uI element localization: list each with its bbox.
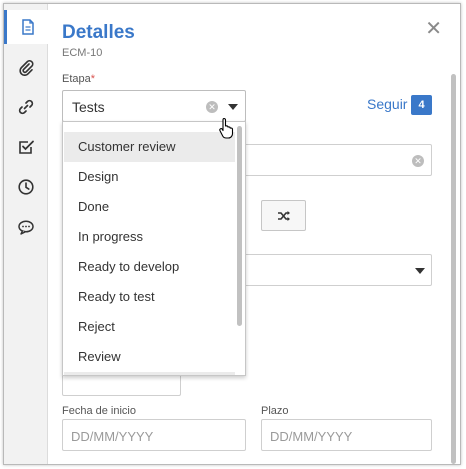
sidebar-item-details[interactable] [4, 10, 48, 44]
sidebar-item-attachments[interactable] [4, 50, 48, 84]
dropdown-option[interactable]: Ready to test [64, 282, 235, 312]
dropdown-option[interactable]: Review [64, 342, 235, 372]
chevron-down-icon[interactable] [415, 268, 425, 274]
dropdown-option[interactable]: Design [64, 162, 235, 192]
start-date-input[interactable]: DD/MM/YYYY [62, 419, 246, 451]
dropdown-option-partial[interactable] [64, 372, 235, 375]
text-field[interactable]: ✕ [245, 144, 432, 176]
follower-count-badge: 4 [411, 95, 432, 115]
issue-key: ECM-10 [62, 47, 103, 59]
dropdown-option[interactable]: In progress [64, 222, 235, 252]
dropdown-option[interactable]: Ready to develop [64, 252, 235, 282]
comment-icon [18, 220, 34, 235]
dropdown-option[interactable]: Done [64, 192, 235, 222]
sidebar-item-checklist[interactable] [4, 130, 48, 164]
panel-scrollbar[interactable] [451, 74, 456, 464]
details-panel: Detalles ECM-10 ✕ Etapa* Tests ✕ Seguir … [3, 3, 461, 465]
due-date-input[interactable]: DD/MM/YYYY [261, 419, 432, 451]
required-mark: * [90, 73, 96, 85]
etapa-dropdown: Customer review Design Done In progress … [62, 121, 246, 376]
sidebar-item-comments[interactable] [4, 210, 48, 244]
clear-selection-icon[interactable]: ✕ [206, 101, 218, 113]
sidebar-item-time[interactable] [4, 170, 48, 204]
due-date-label: Plazo [261, 405, 289, 417]
panel-title: Detalles [62, 22, 135, 43]
sidebar [4, 4, 48, 464]
shuffle-icon [277, 210, 290, 221]
paperclip-icon [19, 60, 34, 76]
link-icon [18, 99, 34, 115]
dropdown-option[interactable]: Reject [64, 312, 235, 342]
dropdown-scrollbar[interactable] [237, 126, 242, 326]
document-icon [21, 19, 34, 35]
shuffle-button[interactable] [261, 200, 306, 231]
etapa-selected-value: Tests [72, 99, 105, 115]
close-icon[interactable]: ✕ [425, 19, 442, 39]
select-field[interactable] [245, 254, 432, 286]
hand-cursor-icon [219, 117, 234, 139]
small-field[interactable] [62, 374, 181, 396]
dropdown-option[interactable]: Customer review [64, 132, 235, 162]
start-date-label: Fecha de inicio [62, 405, 136, 417]
follow-link[interactable]: Seguir [367, 96, 407, 112]
checkbox-icon [19, 140, 34, 154]
etapa-label: Etapa* [62, 73, 96, 85]
chevron-down-icon[interactable] [228, 104, 238, 110]
clock-icon [18, 179, 34, 195]
sidebar-item-links[interactable] [4, 90, 48, 124]
clear-field-icon[interactable]: ✕ [412, 155, 424, 167]
